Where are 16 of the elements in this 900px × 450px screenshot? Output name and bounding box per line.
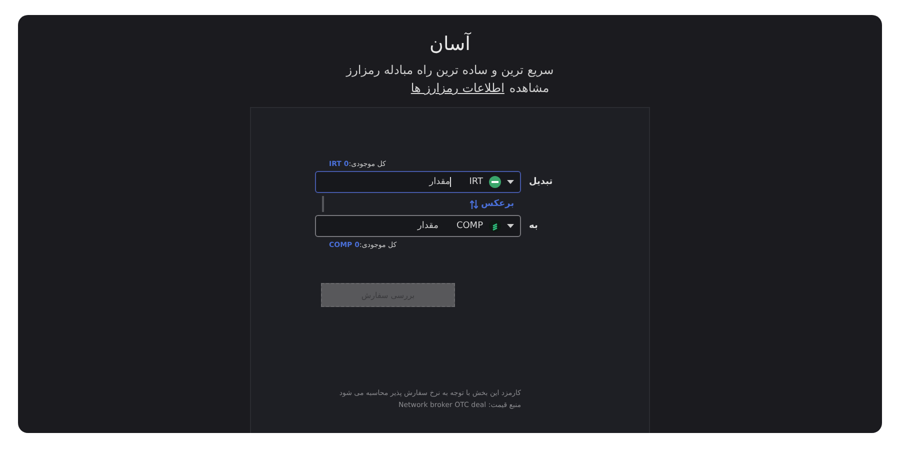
coin-icon <box>489 176 501 188</box>
field-label: تبدیل <box>529 177 553 187</box>
reverse-button[interactable]: برعکس <box>470 199 514 209</box>
currency-label: IRT <box>469 177 483 187</box>
caret-icon <box>507 180 514 184</box>
field-label: به <box>529 221 538 231</box>
amount-input[interactable]: مقدار <box>322 221 438 231</box>
currency-label: COMP <box>456 221 483 231</box>
page-title: آسان <box>430 33 470 55</box>
caret-icon <box>507 224 514 228</box>
subtitle: سریع ترین و ساده ترین راه مبادله رمزارز <box>346 63 554 77</box>
info-link[interactable]: اطلاعات رمزارز ها <box>410 81 504 95</box>
info-text: مشاهده <box>509 81 550 95</box>
coin-icon <box>489 220 501 232</box>
amount-input[interactable]: مقدار <box>322 177 452 187</box>
swap-arrows-icon <box>470 200 478 208</box>
